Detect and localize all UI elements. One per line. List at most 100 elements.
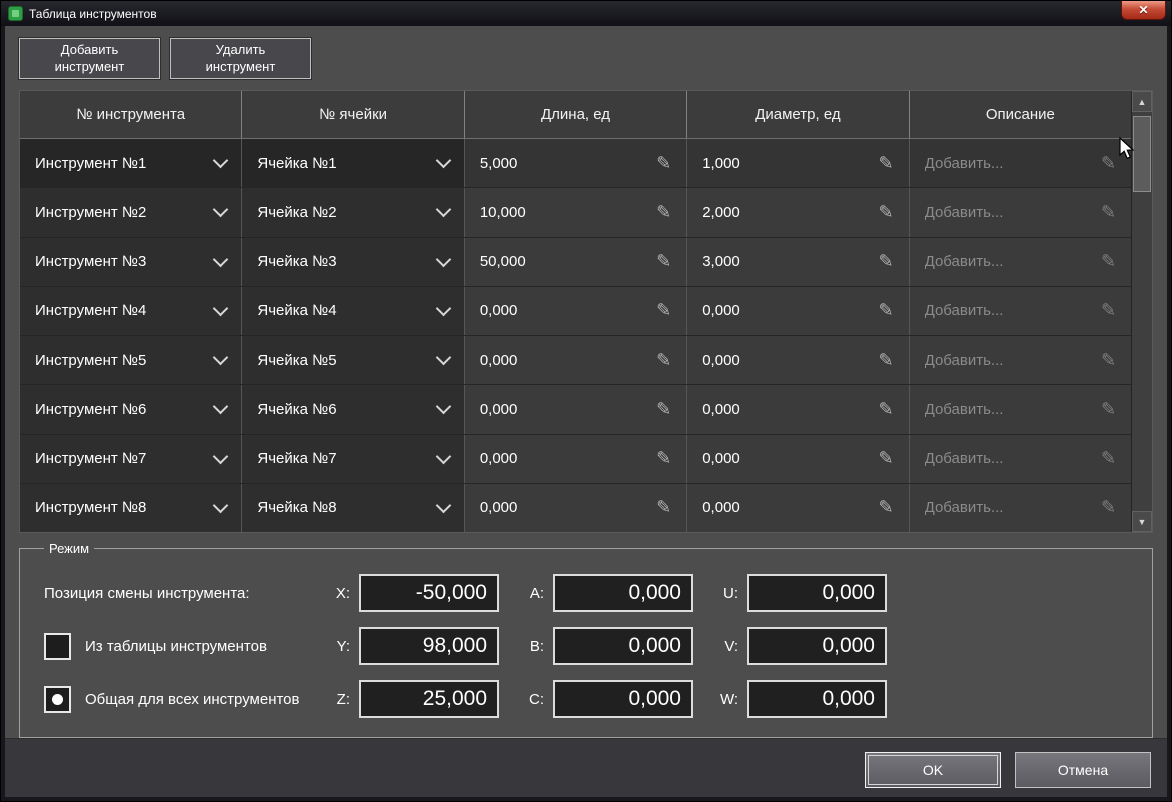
cell-number-dropdown[interactable]: Ячейка №6 — [242, 385, 465, 434]
chevron-down-icon — [435, 251, 452, 267]
edit-pencil-icon: ✎ — [656, 201, 672, 222]
scrollbar-track[interactable] — [1132, 112, 1152, 511]
length-cell[interactable]: 0,000 ✎ — [464, 385, 688, 434]
edit-pencil-icon: ✎ — [878, 448, 894, 469]
diameter-value: 0,000 — [702, 400, 740, 418]
axis-value: 0,000 — [628, 687, 681, 710]
scroll-down-icon[interactable]: ▼ — [1132, 511, 1152, 532]
diameter-cell[interactable]: 1,000 ✎ — [687, 139, 910, 188]
axis-label: X: — [335, 584, 350, 602]
cell-number-value: Ячейка №2 — [257, 203, 337, 221]
diameter-cell[interactable]: 0,000 ✎ — [687, 434, 910, 483]
chevron-down-icon — [213, 399, 229, 415]
edit-pencil-icon: ✎ — [878, 251, 894, 272]
length-cell[interactable]: 0,000 ✎ — [464, 434, 688, 483]
tool-number-dropdown[interactable]: Инструмент №4 — [20, 286, 243, 335]
description-cell[interactable]: Добавить... ✎ — [909, 483, 1132, 532]
cell-number-dropdown[interactable]: Ячейка №4 — [242, 286, 465, 335]
length-cell[interactable]: 0,000 ✎ — [464, 483, 688, 532]
diameter-cell[interactable]: 0,000 ✎ — [687, 483, 910, 532]
axis-value-field[interactable]: 0,000 — [747, 680, 887, 718]
vertical-scrollbar[interactable]: ▲ ▼ — [1131, 91, 1152, 532]
cell-number-value: Ячейка №4 — [257, 302, 337, 320]
description-cell[interactable]: Добавить... ✎ — [909, 188, 1132, 237]
table-row: Инструмент №3 Ячейка №3 50,000 ✎ 3,000 ✎ Добав… — [20, 237, 1132, 287]
description-cell[interactable]: Добавить... ✎ — [909, 237, 1132, 286]
cell-number-dropdown[interactable]: Ячейка №5 — [242, 336, 465, 385]
axis-field-group: A: 0,000 — [516, 574, 693, 612]
header-length: Длина, ед — [465, 91, 688, 138]
description-cell[interactable]: Добавить... ✎ — [909, 139, 1132, 188]
edit-pencil-icon: ✎ — [878, 398, 894, 419]
tool-number-dropdown[interactable]: Инструмент №7 — [20, 434, 243, 483]
tool-number-dropdown[interactable]: Инструмент №1 — [20, 139, 243, 188]
cell-number-dropdown[interactable]: Ячейка №8 — [242, 483, 465, 532]
axis-value-field[interactable]: 98,000 — [359, 627, 499, 665]
table-row: Инструмент №4 Ячейка №4 0,000 ✎ 0,000 ✎ Добави… — [20, 286, 1132, 336]
cell-number-dropdown[interactable]: Ячейка №3 — [242, 237, 465, 286]
common-for-all-tools-radio[interactable] — [44, 685, 71, 713]
axis-value-field[interactable]: 0,000 — [747, 627, 887, 665]
axis-value-field[interactable]: 0,000 — [553, 574, 693, 612]
length-cell[interactable]: 0,000 ✎ — [464, 286, 688, 335]
chevron-down-icon — [435, 497, 452, 514]
edit-pencil-icon: ✎ — [878, 300, 894, 321]
diameter-cell[interactable]: 3,000 ✎ — [687, 237, 910, 286]
length-cell[interactable]: 5,000 ✎ — [464, 139, 688, 188]
axis-value-field[interactable]: 0,000 — [553, 627, 693, 665]
delete-tool-button[interactable]: Удалить инструмент — [170, 38, 311, 79]
tool-number-dropdown[interactable]: Инструмент №6 — [20, 385, 243, 434]
tool-number-dropdown[interactable]: Инструмент №5 — [20, 336, 243, 385]
axis-value-field[interactable]: -50,000 — [359, 574, 499, 612]
length-cell[interactable]: 0,000 ✎ — [464, 336, 688, 385]
edit-pencil-icon: ✎ — [1100, 349, 1117, 370]
tool-number-value: Инструмент №7 — [35, 450, 147, 468]
axis-label: U: — [723, 584, 738, 602]
diameter-cell[interactable]: 0,000 ✎ — [687, 385, 910, 434]
length-value: 0,000 — [479, 450, 518, 468]
axis-label: B: — [529, 637, 544, 655]
chevron-down-icon — [213, 300, 229, 317]
chevron-down-icon — [213, 202, 229, 218]
axis-value: 0,000 — [628, 634, 681, 657]
axis-field-group: C: 0,000 — [516, 680, 693, 718]
cell-number-dropdown[interactable]: Ячейка №2 — [242, 188, 465, 237]
diameter-cell[interactable]: 0,000 ✎ — [687, 286, 910, 335]
cell-number-value: Ячейка №5 — [257, 351, 337, 369]
edit-pencil-icon: ✎ — [656, 349, 672, 370]
title-bar[interactable]: Таблица инструментов ✕ — [1, 1, 1171, 26]
scroll-up-icon[interactable]: ▲ — [1132, 91, 1152, 112]
length-cell[interactable]: 10,000 ✎ — [464, 188, 688, 237]
cell-number-dropdown[interactable]: Ячейка №7 — [242, 434, 465, 483]
description-placeholder: Добавить... — [924, 400, 1004, 418]
add-tool-button[interactable]: Добавить инструмент — [19, 38, 160, 79]
axis-field-group: U: 0,000 — [710, 574, 887, 612]
diameter-value: 0,000 — [702, 302, 740, 320]
length-cell[interactable]: 50,000 ✎ — [464, 237, 688, 286]
diameter-cell[interactable]: 0,000 ✎ — [687, 336, 910, 385]
diameter-cell[interactable]: 2,000 ✎ — [687, 188, 910, 237]
table-row: Инструмент №1 Ячейка №1 5,000 ✎ 1,000 ✎ Добави… — [20, 139, 1132, 189]
cell-number-dropdown[interactable]: Ячейка №1 — [242, 139, 465, 188]
axis-value: 0,000 — [822, 581, 875, 604]
tool-number-dropdown[interactable]: Инструмент №8 — [20, 483, 243, 532]
description-cell[interactable]: Добавить... ✎ — [909, 336, 1132, 385]
axis-value-field[interactable]: 0,000 — [553, 680, 693, 718]
description-cell[interactable]: Добавить... ✎ — [909, 385, 1132, 434]
edit-pencil-icon: ✎ — [878, 497, 894, 518]
tool-number-dropdown[interactable]: Инструмент №3 — [20, 237, 243, 286]
axis-field-group: V: 0,000 — [710, 627, 887, 665]
scrollbar-thumb[interactable] — [1133, 116, 1151, 192]
axis-value-field[interactable]: 0,000 — [747, 574, 887, 612]
axis-value-field[interactable]: 25,000 — [359, 680, 499, 718]
close-button[interactable]: ✕ — [1121, 1, 1166, 20]
ok-button[interactable]: OK — [865, 751, 1001, 788]
table-row: Инструмент №8 Ячейка №8 0,000 ✎ 0,000 ✎ Добави… — [20, 483, 1132, 532]
from-tool-table-checkbox[interactable] — [44, 632, 71, 660]
edit-pencil-icon: ✎ — [656, 448, 672, 469]
cancel-button[interactable]: Отмена — [1015, 751, 1151, 788]
tool-number-dropdown[interactable]: Инструмент №2 — [20, 188, 243, 237]
description-cell[interactable]: Добавить... ✎ — [909, 434, 1132, 483]
footer-bar: OK Отмена — [5, 738, 1167, 797]
description-cell[interactable]: Добавить... ✎ — [909, 286, 1132, 335]
